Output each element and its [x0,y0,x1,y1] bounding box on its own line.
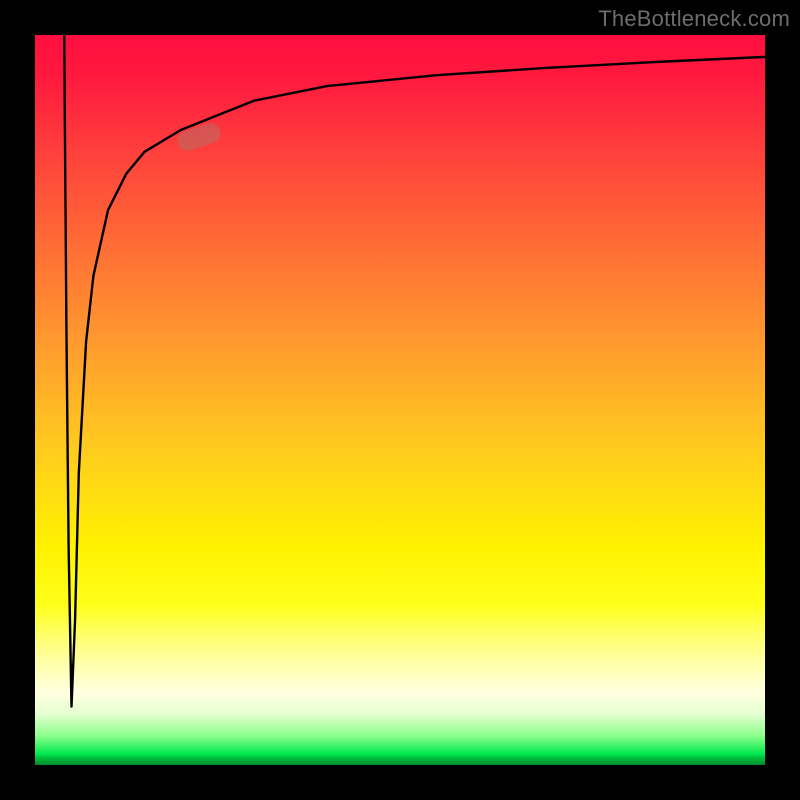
watermark-text: TheBottleneck.com [598,6,790,32]
plot-area [35,35,765,765]
bottleneck-curve-path [64,35,765,707]
chart-curve [35,35,765,765]
chart-frame: TheBottleneck.com [0,0,800,800]
